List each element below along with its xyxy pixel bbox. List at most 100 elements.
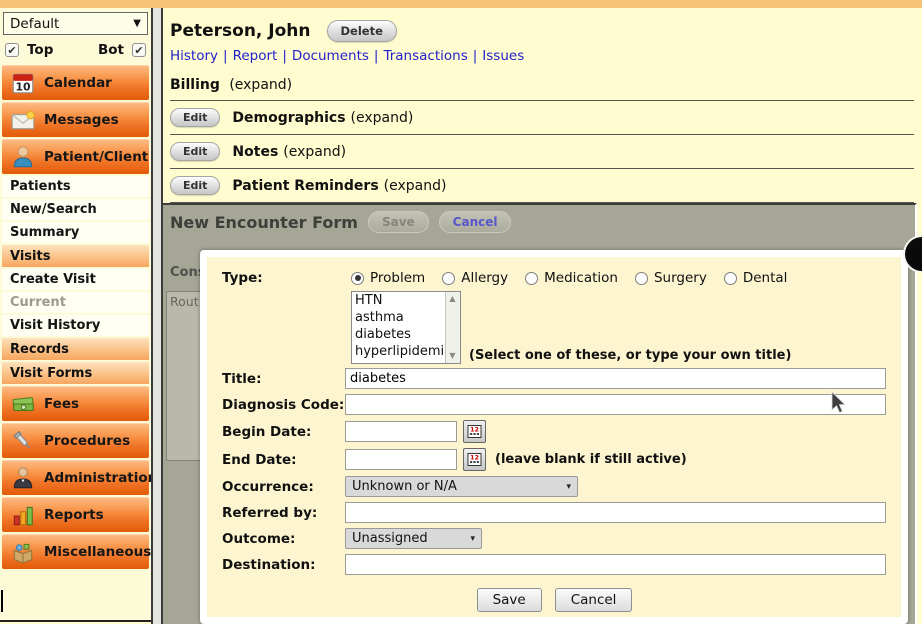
miscellaneous-icon: [10, 539, 36, 565]
radio-dot[interactable]: [724, 272, 737, 285]
svg-text:12: 12: [470, 426, 479, 434]
occurrence-select[interactable]: Unknown or N/A ▾: [345, 476, 578, 497]
calendar-icon: 10: [10, 70, 36, 96]
end-date-hint: (leave blank if still active): [495, 452, 687, 467]
occurrence-label: Occurrence:: [222, 479, 345, 495]
section-billing[interactable]: Billing (expand): [170, 77, 916, 95]
title-input[interactable]: [345, 368, 886, 389]
sidebar-item-create-visit[interactable]: Create Visit: [2, 269, 149, 290]
radio-allergy[interactable]: Allergy: [442, 270, 508, 286]
divider: [170, 134, 914, 135]
listbox-hint: (Select one of these, or type your own t…: [469, 348, 791, 364]
radio-surgery[interactable]: Surgery: [635, 270, 707, 286]
screen: Default ▼ ✔ Top Bot ✔ 10 Calendar Messag…: [0, 0, 922, 624]
listbox-option[interactable]: asthma: [352, 309, 460, 326]
procedures-icon: [10, 428, 36, 454]
bot-checkbox-label: Bot: [98, 42, 124, 58]
frame-divider[interactable]: [151, 8, 163, 624]
top-checkbox[interactable]: ✔: [5, 43, 19, 57]
sidebar-item-calendar[interactable]: 10 Calendar: [2, 65, 149, 100]
dialog-cancel-button[interactable]: Cancel: [555, 588, 633, 612]
svg-text:10: 10: [15, 81, 31, 94]
begin-date-input[interactable]: [345, 421, 457, 442]
outcome-select[interactable]: Unassigned ▾: [345, 528, 482, 549]
outcome-label: Outcome:: [222, 531, 345, 547]
radio-problem[interactable]: Problem: [351, 270, 425, 286]
delete-button[interactable]: Delete: [327, 20, 397, 42]
chevron-down-icon: ▾: [460, 534, 475, 544]
divider: [170, 168, 914, 169]
section-notes: Edit Notes (expand): [170, 140, 916, 163]
sidebar-header-visits[interactable]: Visits: [2, 245, 149, 267]
diagnosis-code-label: Diagnosis Code:: [222, 397, 345, 413]
edit-demographics-button[interactable]: Edit: [170, 108, 220, 127]
encounter-save-button[interactable]: Save: [368, 211, 429, 233]
edit-notes-button[interactable]: Edit: [170, 142, 220, 161]
sidebar-item-procedures[interactable]: Procedures: [2, 423, 149, 458]
link-documents[interactable]: Documents: [292, 48, 369, 64]
chevron-down-icon: ▼: [133, 18, 141, 29]
end-date-label: End Date:: [222, 452, 345, 468]
sidebar-item-summary[interactable]: Summary: [2, 222, 149, 243]
sidebar-item-patient-client[interactable]: Patient/Client: [2, 139, 149, 174]
sidebar-item-reports[interactable]: Reports: [2, 497, 149, 532]
administration-icon: [10, 465, 36, 491]
sidebar-item-administration[interactable]: Administration: [2, 460, 149, 495]
link-transactions[interactable]: Transactions: [383, 48, 467, 64]
listbox-option[interactable]: hyperlipidemia: [352, 343, 460, 360]
listbox-option[interactable]: diabetes: [352, 326, 460, 343]
begin-date-label: Begin Date:: [222, 424, 345, 440]
sidebar-item-fees[interactable]: Fees: [2, 386, 149, 421]
sidebar-item-label: Patient/Client: [44, 149, 148, 165]
listbox-option[interactable]: HTN: [352, 292, 460, 309]
layout-select[interactable]: Default ▼: [3, 12, 148, 35]
sidebar-item-label: Messages: [44, 112, 119, 128]
sidebar-item-visit-history[interactable]: Visit History: [2, 315, 149, 336]
divider: [170, 100, 914, 101]
begin-date-calendar-button[interactable]: 12: [463, 420, 486, 443]
radio-dot[interactable]: [525, 272, 538, 285]
sidebar: Default ▼ ✔ Top Bot ✔ 10 Calendar Messag…: [0, 8, 151, 622]
edit-patient-reminders-button[interactable]: Edit: [170, 176, 220, 195]
sidebar-item-new-search[interactable]: New/Search: [2, 199, 149, 220]
link-report[interactable]: Report: [233, 48, 278, 64]
end-date-input[interactable]: [345, 449, 457, 470]
layout-select-value: Default: [10, 16, 59, 32]
sidebar-header-visit-forms[interactable]: Visit Forms: [2, 362, 149, 384]
calendar-picker-icon: 12: [467, 452, 482, 467]
patient-icon: [10, 144, 36, 170]
diagnosis-code-input[interactable]: [345, 394, 886, 415]
encounter-form-title: New Encounter Form: [170, 213, 358, 232]
destination-label: Destination:: [222, 557, 345, 573]
patient-nav-links: History|Report|Documents|Transactions|Is…: [170, 48, 916, 64]
sidebar-header-records[interactable]: Records: [2, 338, 149, 360]
encounter-cancel-button[interactable]: Cancel: [439, 211, 512, 233]
issue-title-listbox[interactable]: HTN asthma diabetes hyperlipidemia ▲ ▼: [351, 291, 461, 364]
sidebar-item-current: Current: [2, 292, 149, 313]
chevron-down-icon: ▾: [556, 482, 571, 492]
section-demographics: Edit Demographics (expand): [170, 106, 916, 129]
radio-medication[interactable]: Medication: [525, 270, 618, 286]
destination-input[interactable]: [345, 554, 886, 575]
dialog-save-button[interactable]: Save: [477, 588, 542, 612]
top-checkbox-label: Top: [27, 42, 53, 58]
sidebar-item-miscellaneous[interactable]: Miscellaneous: [2, 534, 149, 569]
link-history[interactable]: History: [170, 48, 218, 64]
listbox-scrollbar[interactable]: ▲ ▼: [445, 292, 460, 363]
radio-dot[interactable]: [635, 272, 648, 285]
end-date-calendar-button[interactable]: 12: [463, 448, 486, 471]
scroll-down-icon[interactable]: ▼: [446, 350, 459, 362]
messages-icon: [10, 107, 36, 133]
radio-dot[interactable]: [351, 272, 364, 285]
referred-by-input[interactable]: [345, 502, 886, 523]
radio-dot[interactable]: [442, 272, 455, 285]
type-radio-group: Problem Allergy Medication Surgery Denta…: [345, 270, 804, 286]
bot-checkbox[interactable]: ✔: [132, 43, 146, 57]
scroll-up-icon[interactable]: ▲: [446, 293, 459, 305]
sidebar-item-patients[interactable]: Patients: [2, 176, 149, 197]
svg-text:12: 12: [470, 454, 479, 462]
sidebar-item-messages[interactable]: Messages: [2, 102, 149, 137]
link-issues[interactable]: Issues: [482, 48, 524, 64]
radio-dental[interactable]: Dental: [724, 270, 788, 286]
type-label: Type:: [222, 270, 345, 286]
